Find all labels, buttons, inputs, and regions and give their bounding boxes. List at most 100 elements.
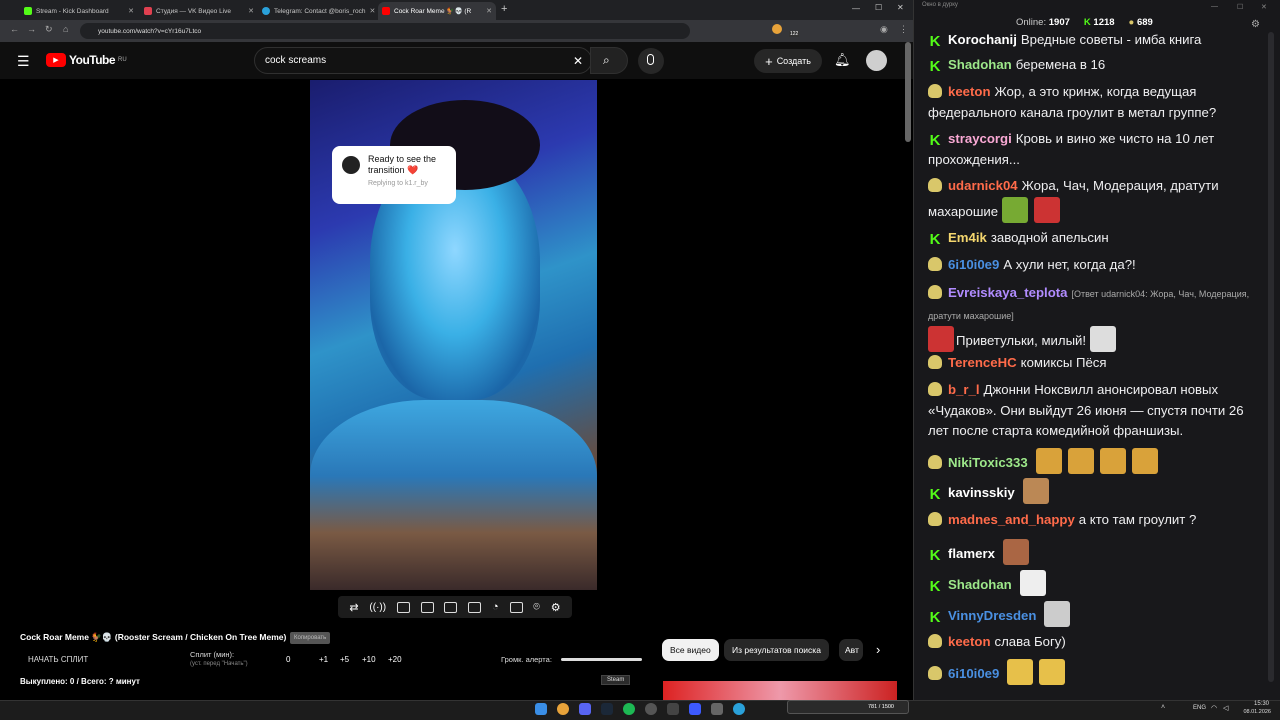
chat-close-icon[interactable]: ✕ <box>1261 3 1267 11</box>
language-indicator[interactable]: ENG <box>1193 705 1206 711</box>
emote <box>928 326 954 352</box>
add-clip-icon[interactable] <box>509 601 523 613</box>
user-badge-icon <box>928 178 942 192</box>
other-platform-icon: ● <box>1128 17 1135 28</box>
volume-icon[interactable]: ◁ <box>1223 704 1228 712</box>
settings-gear-icon[interactable]: ⚙ <box>551 601 561 614</box>
wifi-icon[interactable]: ◠ <box>1211 704 1217 712</box>
speed-icon[interactable]: ◔ <box>492 601 499 613</box>
chat-username[interactable]: 6i10i0e9 <box>948 257 999 272</box>
alert-volume-label: Громк. алерта: <box>501 655 552 664</box>
avatar[interactable] <box>866 50 887 71</box>
tray-chevron-icon[interactable]: ˄ <box>1161 704 1165 711</box>
tab-telegram[interactable]: Telegram: Contact @boris_roch ✕ <box>258 2 376 20</box>
bubble-avatar <box>342 156 360 174</box>
url-field[interactable]: youtube.com/watch?v=cYr16u7Ltco <box>80 23 690 39</box>
profile-icon[interactable]: ◉ <box>880 24 888 35</box>
chat-username[interactable]: udarnick04 <box>948 178 1018 193</box>
chip-all-videos[interactable]: Все видео <box>662 639 719 661</box>
close-icon[interactable]: ✕ <box>128 7 134 15</box>
back-icon[interactable]: ← <box>10 24 19 34</box>
chat-minimize-icon[interactable]: — <box>1211 3 1218 10</box>
extension-icon[interactable] <box>772 24 782 34</box>
chat-maximize-icon[interactable]: ☐ <box>1237 3 1243 11</box>
chat-username[interactable]: Korochanij <box>948 32 1017 47</box>
pip-icon[interactable] <box>444 601 458 613</box>
windows-start-icon[interactable] <box>535 703 547 715</box>
obs-icon[interactable] <box>645 703 657 715</box>
film-icon[interactable] <box>420 601 434 613</box>
minimize-icon[interactable]: — <box>852 4 860 13</box>
close-icon[interactable]: ✕ <box>486 7 492 15</box>
youtube-logo[interactable]: ▶ YouTube RU <box>46 53 127 67</box>
create-button[interactable]: + Создать <box>754 49 822 73</box>
close-icon[interactable]: ✕ <box>370 7 376 15</box>
app-icon[interactable] <box>667 703 679 715</box>
chat-username[interactable]: Em4ik <box>948 230 987 245</box>
grid-icon[interactable] <box>468 601 482 613</box>
clock-time: 15:30 <box>1253 701 1269 707</box>
split-plus-10-button[interactable]: +10 <box>362 655 376 664</box>
chat-message-text: слава Богу) <box>994 634 1066 649</box>
tab-youtube-active[interactable]: Cock Roar Meme 🐓💀 (R ✕ <box>378 2 496 20</box>
split-plus-5-button[interactable]: +5 <box>340 655 349 664</box>
chrome-icon[interactable] <box>557 703 569 715</box>
camera-icon[interactable]: ⌾ <box>533 601 540 614</box>
start-split-button[interactable]: НАЧАТЬ СПЛИТ <box>28 655 88 664</box>
new-tab-button[interactable]: + <box>501 3 507 15</box>
clear-search-icon[interactable]: ✕ <box>573 54 583 68</box>
hamburger-menu-icon[interactable]: ☰ <box>17 53 30 70</box>
voice-search-button[interactable] <box>638 48 664 74</box>
chip-from-search[interactable]: Из результатов поиска <box>724 639 829 661</box>
chat-username[interactable]: kavinsskiy <box>948 485 1015 500</box>
forward-icon[interactable]: → <box>27 24 36 34</box>
spotify-icon[interactable] <box>623 703 635 715</box>
chat-username[interactable]: VinnyDresden <box>948 608 1036 623</box>
split-plus-20-button[interactable]: +20 <box>388 655 402 664</box>
chat-username[interactable]: keeton <box>948 634 991 649</box>
emote <box>1034 196 1061 223</box>
youtube-favicon-icon <box>382 7 390 15</box>
chat-username[interactable]: NikiToxic333 <box>948 455 1028 470</box>
discord-icon[interactable] <box>579 703 591 715</box>
loop-icon[interactable]: ⇄ <box>349 601 358 614</box>
chat-username[interactable]: Shadohan <box>948 577 1012 592</box>
chat-username[interactable]: madnes_and_happy <box>948 512 1075 527</box>
chat-username[interactable]: straycorgi <box>948 131 1012 146</box>
video-thumbnail[interactable] <box>663 681 897 700</box>
tab-vk-studio[interactable]: Студия — VK Видео Live ✕ <box>140 2 258 20</box>
telegram-taskbar-icon[interactable] <box>733 703 745 715</box>
screen-icon[interactable] <box>396 601 410 613</box>
page-scrollbar[interactable] <box>905 42 911 142</box>
chat-scrollbar[interactable] <box>1268 32 1274 682</box>
media-icon[interactable] <box>689 703 701 715</box>
steam-icon[interactable] <box>601 703 613 715</box>
chat-username[interactable]: 6i10i0e9 <box>948 666 999 681</box>
split-plus-1-button[interactable]: +1 <box>319 655 328 664</box>
notifications-bell-icon[interactable]: 🔔︎ <box>834 52 851 68</box>
chevron-right-icon[interactable]: › <box>876 642 880 657</box>
alert-volume-slider[interactable] <box>561 658 642 661</box>
chat-username[interactable]: b_r_l <box>948 382 980 397</box>
close-window-icon[interactable]: ✕ <box>897 3 904 12</box>
chat-username[interactable]: keeton <box>948 84 991 99</box>
chip-auto[interactable]: Авт <box>839 639 863 661</box>
chat-username[interactable]: Evreiskaya_teplota <box>948 285 1068 300</box>
reload-icon[interactable]: ↻ <box>45 24 53 35</box>
chat-username[interactable]: TerenceHC <box>948 355 1017 370</box>
chat-username[interactable]: Shadohan <box>948 57 1012 72</box>
menu-dots-icon[interactable]: ⋮ <box>899 24 908 35</box>
split-value-0[interactable]: 0 <box>286 655 290 664</box>
close-icon[interactable]: ✕ <box>248 7 254 15</box>
window-icon[interactable] <box>711 703 723 715</box>
tab-kick-dashboard[interactable]: Stream - Kick Dashboard ✕ <box>20 2 138 20</box>
home-icon[interactable]: ⌂ <box>63 24 68 34</box>
broadcast-icon[interactable]: ((·)) <box>369 602 386 613</box>
search-input[interactable]: cock screams ✕ <box>254 47 592 74</box>
copy-button[interactable]: Копировать <box>290 632 331 644</box>
maximize-icon[interactable]: ☐ <box>875 3 882 12</box>
search-button[interactable]: ⌕ <box>590 47 628 74</box>
chat-username[interactable]: flamerx <box>948 546 995 561</box>
chat-message: K Em4ik заводной апельсин <box>928 228 1258 249</box>
chat-settings-icon[interactable]: ⚙ <box>1251 19 1260 30</box>
